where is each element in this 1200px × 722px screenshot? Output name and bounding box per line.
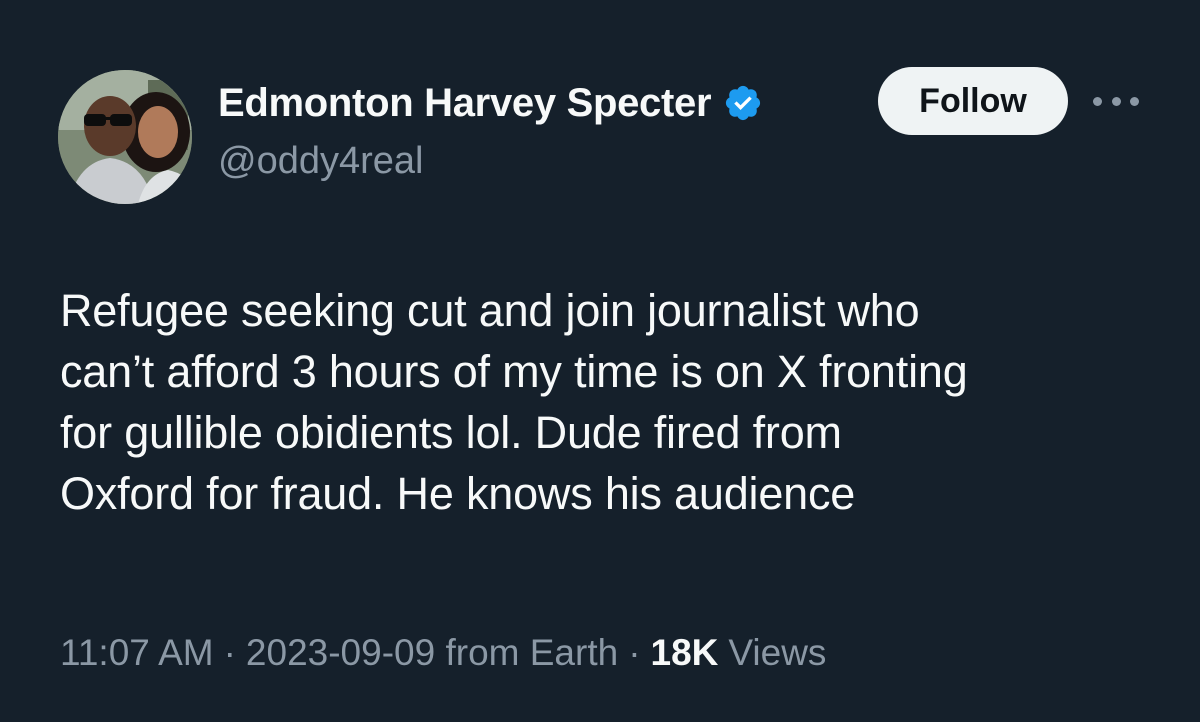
- views-count: 18K: [650, 632, 719, 673]
- dot: [1130, 96, 1139, 106]
- more-options-icon[interactable]: [1093, 90, 1139, 112]
- tweet-meta: 11:07 AM · 2023-09-09 from Earth · 18K V…: [60, 632, 826, 674]
- author-name-row[interactable]: Edmonton Harvey Specter: [218, 78, 763, 128]
- dot: [1111, 96, 1121, 106]
- meta-separator: ·: [223, 632, 236, 673]
- author-display-name[interactable]: Edmonton Harvey Specter: [218, 81, 712, 126]
- views-label: Views: [728, 632, 827, 673]
- profile-photo: [58, 70, 192, 204]
- tweet-time[interactable]: 11:07 AM: [60, 632, 214, 674]
- meta-separator: ·: [628, 632, 641, 673]
- tweet-date-source[interactable]: 2023-09-09 from Earth: [246, 632, 618, 674]
- author-handle[interactable]: @oddy4real: [218, 140, 423, 183]
- avatar[interactable]: [58, 70, 192, 204]
- tweet-text-line: Refugee seeking cut and join journalist …: [60, 285, 920, 336]
- tweet-text: Refugee seeking cut and join journalist …: [60, 280, 1170, 524]
- dot: [1093, 96, 1102, 106]
- tweet-text-line: Oxford for fraud. He knows his audience: [60, 468, 856, 519]
- tweet-text-line: for gullible obidients lol. Dude fired f…: [60, 407, 842, 458]
- verified-badge-icon[interactable]: [723, 83, 763, 123]
- follow-button[interactable]: Follow: [878, 67, 1068, 135]
- tweet-text-line: can’t afford 3 hours of my time is on X …: [60, 346, 968, 397]
